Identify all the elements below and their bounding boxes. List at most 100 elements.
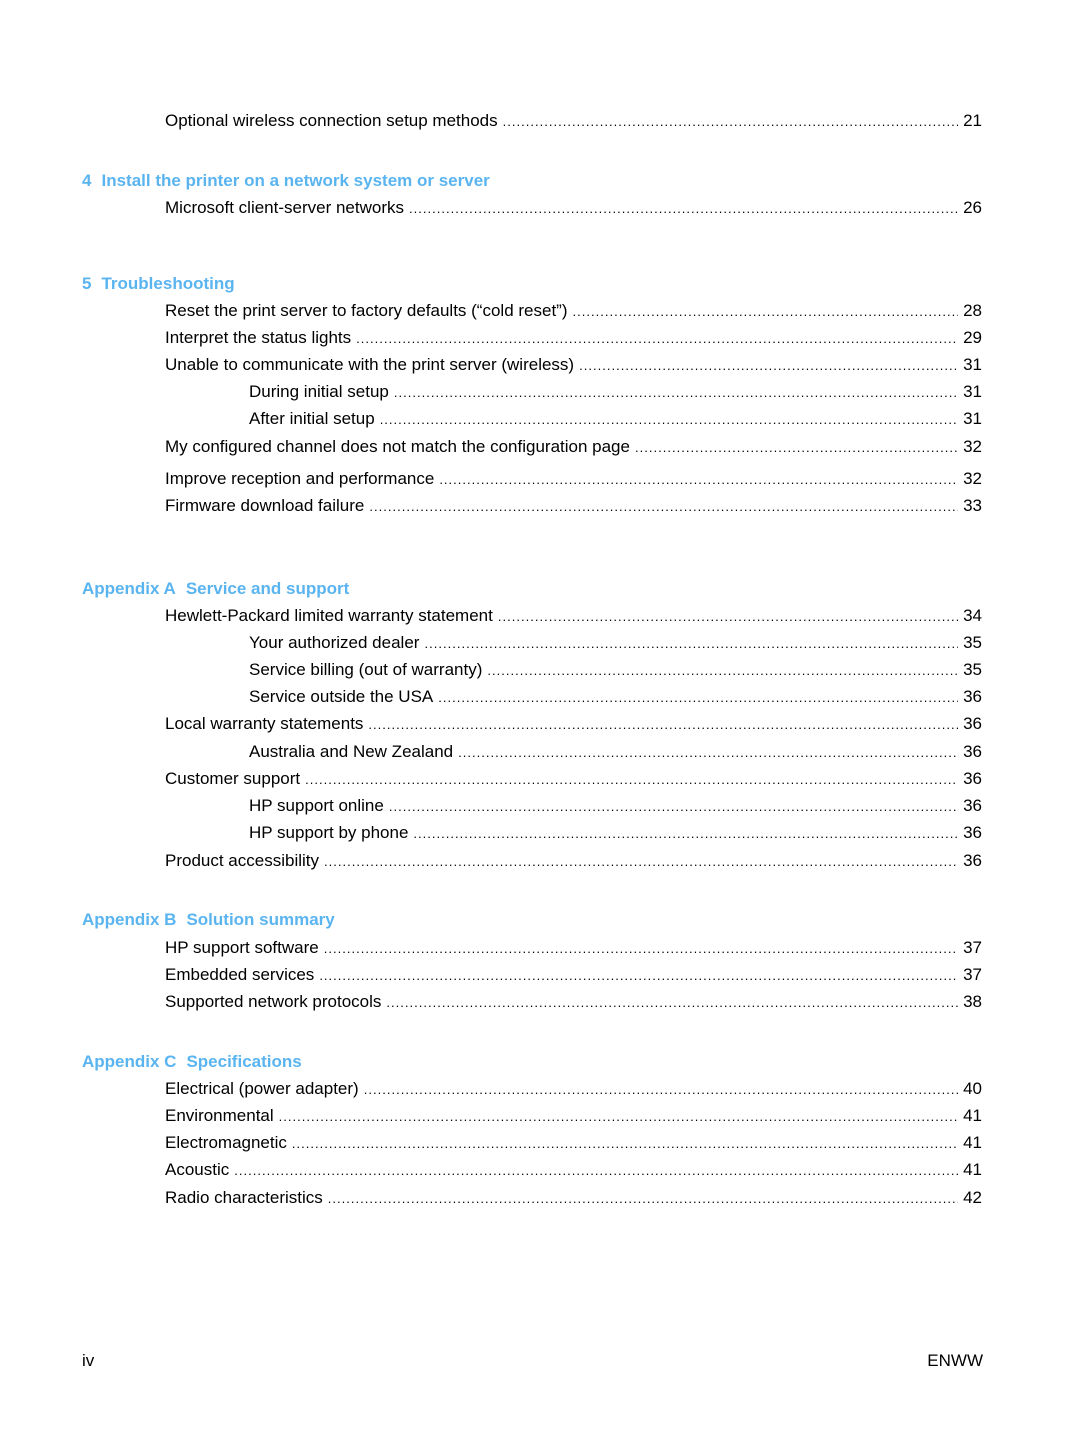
toc-entry[interactable]: Supported network protocols 38 xyxy=(165,991,982,1013)
toc-entry-page: 36 xyxy=(963,796,982,815)
toc-entry-page: 35 xyxy=(963,660,982,679)
dot-leader xyxy=(394,382,958,403)
toc-subentry[interactable]: Your authorized dealer 35 xyxy=(249,632,982,654)
toc-entry[interactable]: Interpret the status lights 29 xyxy=(165,327,982,349)
toc-entry-page: 36 xyxy=(963,769,982,788)
section-heading[interactable]: 4 Install the printer on a network system… xyxy=(82,170,490,192)
toc-entry[interactable]: Electromagnetic 41 xyxy=(165,1132,982,1154)
toc-entry-title: Your authorized dealer xyxy=(249,633,420,652)
section-heading[interactable]: 5 Troubleshooting xyxy=(82,273,235,295)
dot-leader xyxy=(573,301,959,322)
section-heading[interactable]: Appendix C Specifications xyxy=(82,1051,302,1073)
toc-entry-page: 31 xyxy=(963,409,982,428)
toc-entry-title: Radio characteristics xyxy=(165,1188,323,1207)
toc-entry-page: 28 xyxy=(963,301,982,320)
section-number: Appendix C xyxy=(82,1052,177,1071)
toc-entry-page: 41 xyxy=(963,1106,982,1125)
toc-entry-page: 33 xyxy=(963,496,982,515)
toc-entry[interactable]: Radio characteristics 42 xyxy=(165,1187,982,1209)
toc-entry-title: Embedded services xyxy=(165,965,315,984)
dot-leader xyxy=(328,1188,958,1209)
toc-entry-page: 41 xyxy=(963,1160,982,1179)
toc-subentry[interactable]: Australia and New Zealand 36 xyxy=(249,741,982,763)
dot-leader xyxy=(368,714,958,735)
toc-subentry[interactable]: After initial setup 31 xyxy=(249,408,982,430)
toc-subentry[interactable]: Service billing (out of warranty) 35 xyxy=(249,659,982,681)
toc-entry-page: 38 xyxy=(963,992,982,1011)
toc-entry-title: HP support online xyxy=(249,796,384,815)
toc-entry-title: My configured channel does not match the… xyxy=(165,437,630,456)
toc-entry[interactable]: Improve reception and performance 32 xyxy=(165,468,982,490)
toc-entry-title: During initial setup xyxy=(249,382,389,401)
toc-entry-title: Service outside the USA xyxy=(249,687,434,706)
toc-entry-title: Customer support xyxy=(165,769,301,788)
toc-subentry[interactable]: During initial setup 31 xyxy=(249,381,982,403)
dot-leader xyxy=(305,769,958,790)
toc-entry-page: 29 xyxy=(963,328,982,347)
dot-leader xyxy=(319,965,958,986)
toc-entry-title: Local warranty statements xyxy=(165,714,364,733)
toc-entry[interactable]: Microsoft client-server networks 26 xyxy=(165,197,982,219)
toc-entry[interactable]: HP support software 37 xyxy=(165,937,982,959)
toc-entry-title: Firmware download failure xyxy=(165,496,365,515)
toc-entry-title: After initial setup xyxy=(249,409,375,428)
toc-entry-page: 36 xyxy=(963,714,982,733)
toc-entry[interactable]: Product accessibility 36 xyxy=(165,850,982,872)
section-number: 5 xyxy=(82,274,92,293)
toc-entry-title: HP support software xyxy=(165,938,319,957)
toc-entry-page: 31 xyxy=(963,355,982,374)
section-heading[interactable]: Appendix A Service and support xyxy=(82,578,349,600)
dot-leader xyxy=(234,1160,958,1181)
toc-entry-page: 35 xyxy=(963,633,982,652)
dot-leader xyxy=(409,198,958,219)
dot-leader xyxy=(369,496,958,517)
toc-entry-title: Unable to communicate with the print ser… xyxy=(165,355,575,374)
toc-entry-title: Electrical (power adapter) xyxy=(165,1079,359,1098)
section-title: Service and support xyxy=(185,579,350,598)
toc-entry-page: 37 xyxy=(963,938,982,957)
footer-locale-code: ENWW xyxy=(927,1351,983,1370)
section-number: Appendix A xyxy=(82,579,176,598)
toc-entry[interactable]: Electrical (power adapter) 40 xyxy=(165,1078,982,1100)
toc-entry[interactable]: Hewlett-Packard limited warranty stateme… xyxy=(165,605,982,627)
toc-entry-title: Microsoft client-server networks xyxy=(165,198,405,217)
dot-leader xyxy=(324,851,958,872)
toc-entry[interactable]: Acoustic 41 xyxy=(165,1159,982,1181)
toc-entry-page: 37 xyxy=(963,965,982,984)
toc-entry-page: 34 xyxy=(963,606,982,625)
toc-entry[interactable]: Optional wireless connection setup metho… xyxy=(165,110,982,132)
dot-leader xyxy=(386,992,958,1013)
section-number: Appendix B xyxy=(82,910,177,929)
dot-leader xyxy=(424,633,958,654)
dot-leader xyxy=(292,1133,958,1154)
toc-subentry[interactable]: HP support online 36 xyxy=(249,795,982,817)
toc-subentry[interactable]: Service outside the USA 36 xyxy=(249,686,982,708)
toc-entry[interactable]: Reset the print server to factory defaul… xyxy=(165,300,982,322)
section-number: 4 xyxy=(82,171,92,190)
toc-entry[interactable]: Environmental 41 xyxy=(165,1105,982,1127)
toc-entry-page: 36 xyxy=(963,851,982,870)
toc-entry-title: Acoustic xyxy=(165,1160,230,1179)
toc-entry-title: Service billing (out of warranty) xyxy=(249,660,483,679)
toc-subentry[interactable]: HP support by phone 36 xyxy=(249,822,982,844)
toc-entry[interactable]: My configured channel does not match the… xyxy=(165,436,982,458)
toc-entry-title: Optional wireless connection setup metho… xyxy=(165,111,498,130)
dot-leader xyxy=(279,1106,958,1127)
toc-entry[interactable]: Customer support 36 xyxy=(165,768,982,790)
section-title: Solution summary xyxy=(186,910,335,929)
toc-entry-page: 36 xyxy=(963,742,982,761)
toc-entry-title: Australia and New Zealand xyxy=(249,742,454,761)
toc-entry-page: 26 xyxy=(963,198,982,217)
toc-entry[interactable]: Local warranty statements 36 xyxy=(165,713,982,735)
toc-entry[interactable]: Embedded services 37 xyxy=(165,964,982,986)
dot-leader xyxy=(389,796,958,817)
toc-entry[interactable]: Firmware download failure 33 xyxy=(165,495,982,517)
dot-leader xyxy=(579,355,958,376)
dot-leader xyxy=(438,687,958,708)
footer-page-number: iv xyxy=(82,1351,95,1370)
toc-entry[interactable]: Unable to communicate with the print ser… xyxy=(165,354,982,376)
toc-entry-title: Improve reception and performance xyxy=(165,469,435,488)
section-heading[interactable]: Appendix B Solution summary xyxy=(82,909,335,931)
toc-entry-page: 36 xyxy=(963,687,982,706)
dot-leader xyxy=(413,823,958,844)
